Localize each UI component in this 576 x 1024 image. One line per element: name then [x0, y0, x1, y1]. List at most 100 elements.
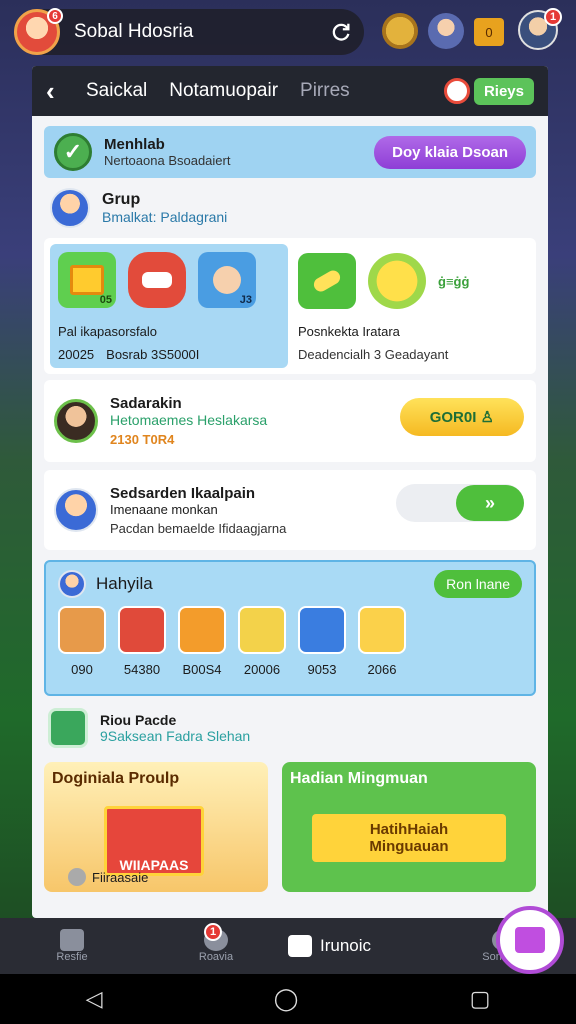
friend-value: 20006	[243, 662, 281, 677]
friend-avatar-icon[interactable]: 1	[518, 8, 562, 50]
feature-icon	[48, 708, 88, 748]
whistle-icon	[298, 253, 356, 309]
friend-value: 2066	[367, 662, 397, 677]
avatar-badge: 6	[47, 8, 63, 24]
friends-title: Hahyila	[96, 574, 153, 593]
chest-icon[interactable]: 0	[474, 18, 504, 46]
friend-avatar	[238, 606, 286, 654]
friends-button[interactable]: Ron lnane	[434, 570, 522, 598]
tab-friends[interactable]: Notamuopair	[169, 80, 278, 102]
profile-pill[interactable]: 6 Sobal Hdosria	[14, 8, 364, 55]
friend-avatar	[118, 606, 166, 654]
player-card-count: J3	[239, 294, 252, 306]
nav-badge: 1	[204, 923, 222, 941]
reward-right-badge: ġ≡ġġ	[438, 273, 470, 289]
friend-list: 090 54380 B00S4 20006 9053 2066	[58, 606, 522, 677]
friend-value: B00S4	[182, 662, 222, 677]
feature-row[interactable]: Riou Pacde 9Saksean Fadra Slehan	[44, 708, 536, 748]
group-title: Grup	[102, 191, 141, 208]
invite-detail: Pacdan bemaelde Ifidaagjarna	[110, 520, 287, 536]
streak-avatar	[54, 399, 98, 443]
nav-profile-label: Resfie	[56, 951, 88, 963]
reward-right-title: Posnkekta Iratara	[298, 324, 400, 339]
invite-toggle[interactable]: »	[396, 484, 524, 522]
back-triangle-icon[interactable]: ◁	[86, 986, 103, 1012]
reward-left-title: Pal ikapasorsfalo	[58, 324, 157, 339]
character-icon[interactable]	[428, 13, 464, 49]
promo-right[interactable]: Hadian Mingmuan HatihHaiah Minguauan	[282, 762, 536, 892]
group-row[interactable]: Grup Bmalkat: Paldagrani	[44, 188, 536, 228]
shop-button[interactable]	[496, 906, 564, 974]
recent-square-icon[interactable]: ▢	[470, 986, 491, 1012]
home-circle-icon[interactable]: ◯	[274, 986, 299, 1012]
clock-icon	[443, 78, 470, 104]
friend-avatar	[298, 606, 346, 654]
promo-left-title: Doginiala Proulp	[52, 770, 180, 787]
promo-ribbon: HatihHaiah Minguauan	[312, 814, 506, 862]
streak-subtitle: Hetomaemes Heslakarsa	[110, 412, 268, 428]
friend-item[interactable]: 54380	[118, 606, 166, 677]
nav-home[interactable]: Irunoic	[288, 935, 432, 957]
nav-profile[interactable]: Resfie	[0, 929, 144, 963]
banner-subtitle: Nertoaona Bsoadaiert	[104, 153, 231, 168]
friend-item[interactable]: B00S4	[178, 606, 226, 677]
banner-title: Menhlab	[104, 136, 165, 153]
profile-name: Sobal Hdosria	[74, 21, 194, 42]
promo-ribbon-line2: Minguauan	[369, 838, 449, 855]
streak-button[interactable]: GOR0I ♙	[399, 398, 524, 436]
reward-panel-right[interactable]: ġ≡ġġ Posnkekta Iratara Deadencialh 3 Gea…	[288, 244, 530, 368]
promo-left-footer: Fiiraasaie	[92, 869, 149, 885]
check-icon: ✓	[54, 133, 92, 171]
reward-left-value2: Bosrab 3S5000I	[106, 347, 200, 362]
nav-home-label: Irunoic	[320, 936, 372, 955]
rewards-card: 05 J3 Pal ikapasorsfalo 20025 Bosrab 3S5…	[44, 238, 536, 374]
gift-count: 05	[99, 294, 112, 306]
banner-button[interactable]: Doy klaia Dsoan	[374, 135, 526, 169]
friend-item[interactable]: 2066	[358, 606, 406, 677]
notification-badge: 1	[544, 8, 562, 26]
streak-card: Sadarakin Hetomaemes Heslakarsa 2130 T0R…	[44, 380, 536, 462]
refresh-icon[interactable]	[330, 21, 352, 43]
friend-value: 54380	[123, 662, 161, 677]
streak-value: 2130 T0R4	[110, 432, 175, 447]
invite-title: Sedsarden Ikaalpain	[110, 484, 256, 502]
nav-rewards[interactable]: 1 Roavia	[144, 923, 288, 963]
reward-left-value1: 20025	[58, 347, 95, 362]
panel-header: ‹ Saickal Notamuopair Pirres Rieys	[32, 66, 548, 116]
promo-right-title: Hadian Mingmuan	[290, 770, 428, 787]
coin-label: 0	[485, 24, 493, 40]
tab-prizes[interactable]: Pirres	[300, 80, 350, 102]
friend-avatar	[358, 606, 406, 654]
reward-panel-left[interactable]: 05 J3 Pal ikapasorsfalo 20025 Bosrab 3S5…	[50, 244, 288, 368]
shop-bag-icon	[515, 927, 545, 953]
promo-row: Doginiala Proulp WIIAPAAS Fiiraasaie Had…	[44, 762, 536, 892]
player-avatar[interactable]: 6	[14, 8, 63, 55]
toggle-knob: »	[456, 485, 524, 521]
invite-card: Sedsarden Ikaalpain Imenaane monkan Pacd…	[44, 470, 536, 550]
feature-title: Riou Pacde	[100, 712, 177, 728]
top-bar: 6 Sobal Hdosria 0 1	[0, 0, 576, 64]
main-panel: ‹ Saickal Notamuopair Pirres Rieys ✓ Men…	[32, 66, 548, 918]
coin-icon[interactable]	[382, 13, 418, 49]
friend-item[interactable]: 20006	[238, 606, 286, 677]
invite-avatar	[54, 488, 98, 532]
promo-ribbon-line1: HatihHaiah	[369, 821, 449, 838]
back-button[interactable]: ‹	[46, 76, 86, 107]
promo-left[interactable]: Doginiala Proulp WIIAPAAS Fiiraasaie	[44, 762, 268, 892]
profile-icon	[60, 929, 84, 951]
tab-social[interactable]: Saickal	[86, 80, 147, 102]
game-controller-icon	[128, 252, 186, 308]
streak-title: Sadarakin	[110, 395, 182, 412]
friends-card: Hahyila Ron lnane 090 54380 B00S4 20006 9053…	[44, 560, 536, 696]
gift-icon: 05	[58, 252, 116, 308]
sun-coin-icon	[368, 253, 426, 309]
nav-rewards-label: Roavia	[198, 951, 234, 963]
invite-subtitle: Imenaane monkan	[110, 501, 218, 517]
feature-subtitle: 9Saksean Fadra Slehan	[100, 728, 251, 744]
info-banner: ✓ Menhlab Nertoaona Bsoadaiert Doy klaia…	[44, 126, 536, 178]
friend-item[interactable]: 090	[58, 606, 106, 677]
friend-item[interactable]: 9053	[298, 606, 346, 677]
new-button[interactable]: Rieys	[473, 77, 534, 105]
friend-value: 090	[71, 662, 93, 677]
home-icon	[288, 935, 312, 957]
